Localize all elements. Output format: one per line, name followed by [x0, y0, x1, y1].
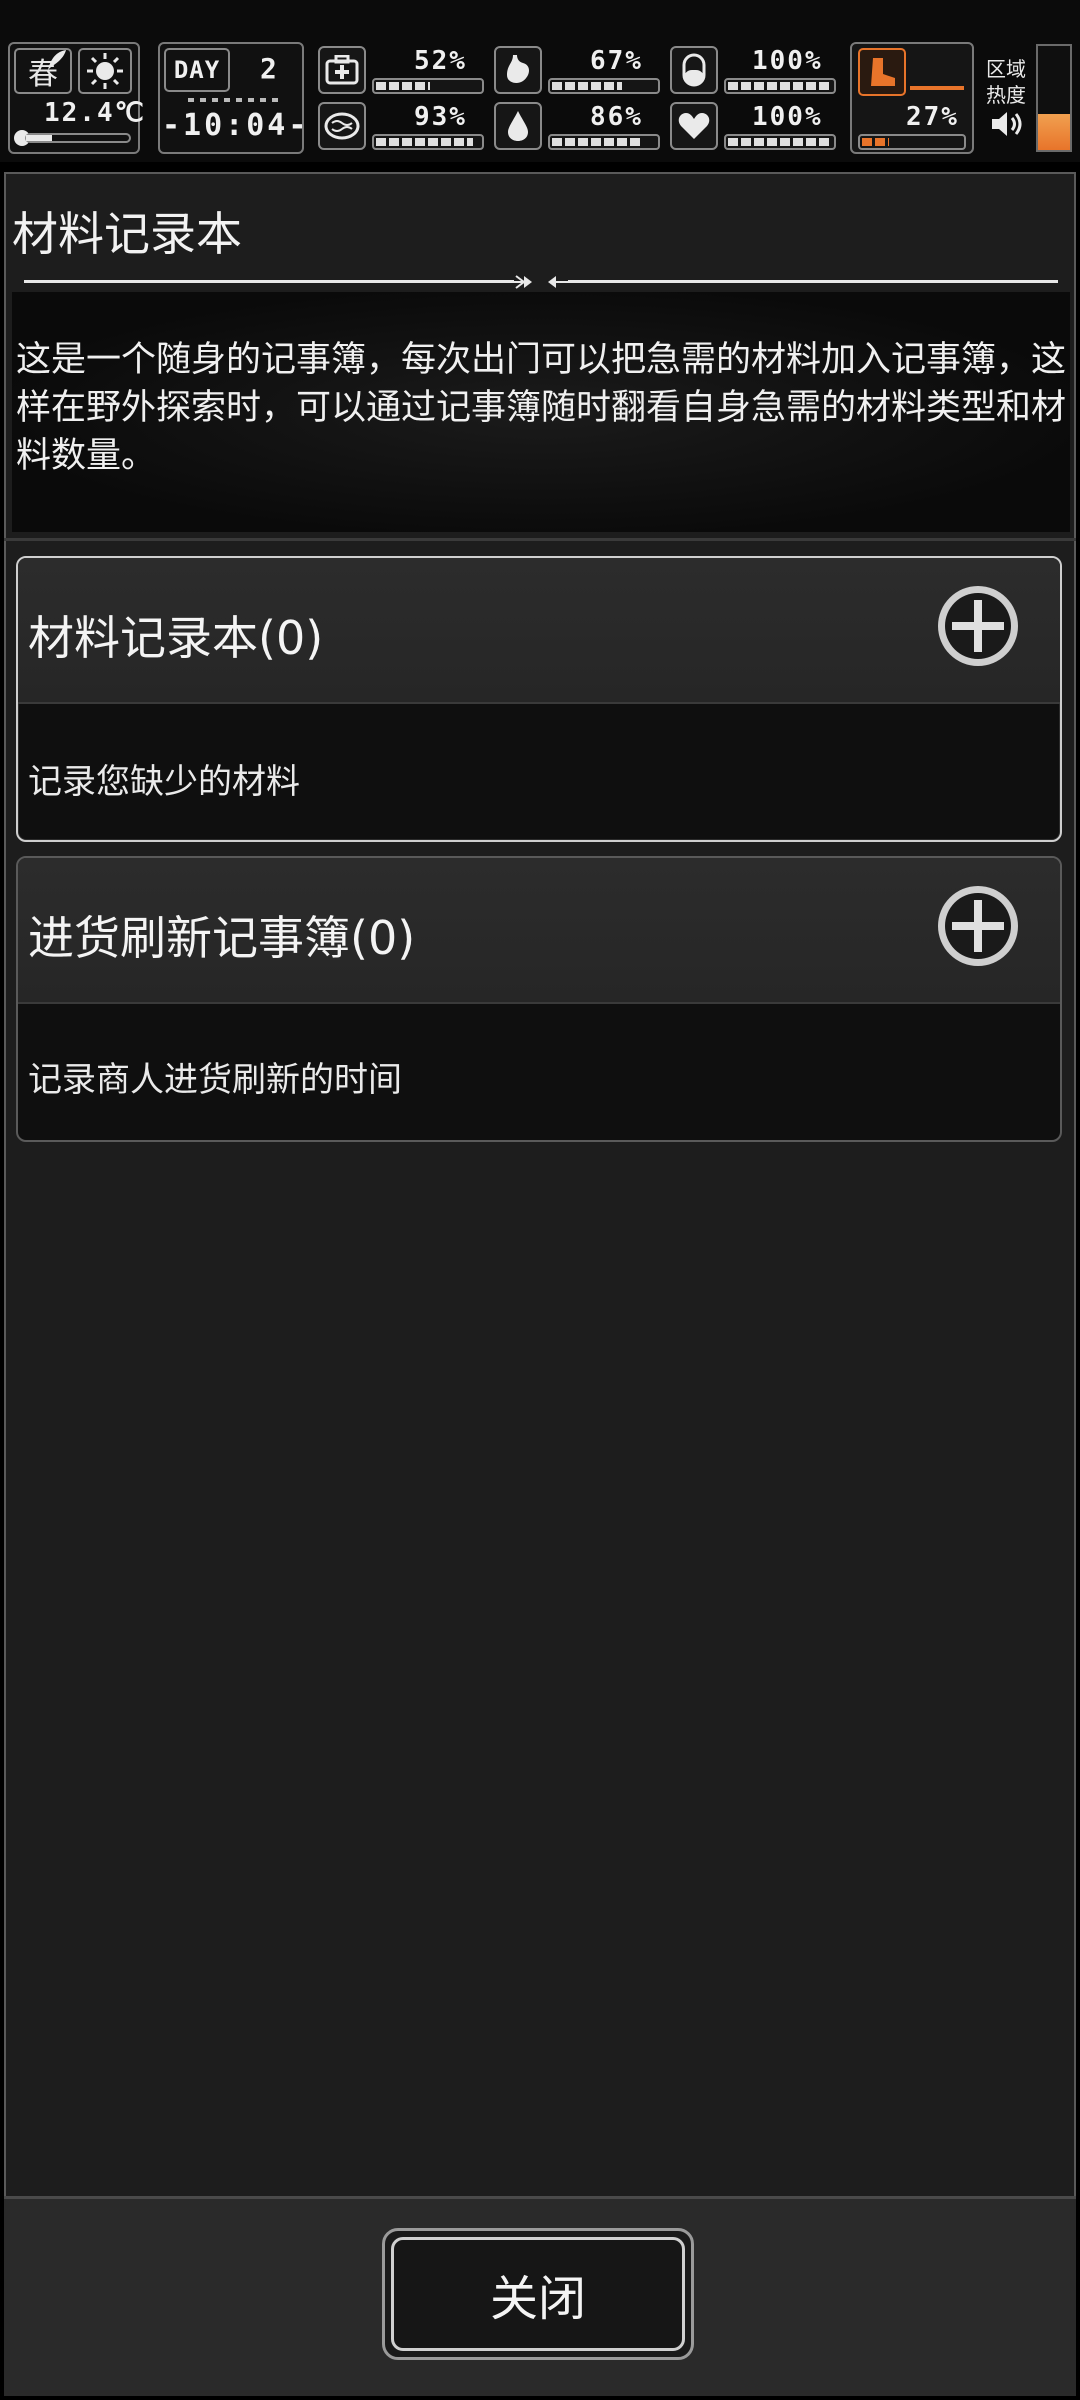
add-material-button[interactable] [934, 582, 1022, 670]
speaker-icon[interactable] [990, 108, 1026, 140]
weather-tile [78, 48, 132, 94]
status-hud: 春 12.4℃ DAY 2 -10:04- 52% 67% 100% 93% 8… [0, 0, 1080, 162]
clock-readout: -10:04- [162, 108, 310, 143]
section-separator [4, 538, 1076, 541]
health-value: 52% [414, 46, 467, 76]
card-title: 进货刷新记事簿(0) [28, 911, 416, 965]
close-button[interactable]: 关闭 [382, 2228, 694, 2360]
day-number: 2 [260, 52, 279, 85]
close-button-label: 关闭 [391, 2237, 685, 2351]
stamina-bar [858, 134, 966, 150]
temperature-readout: 12.4℃ [44, 98, 146, 128]
pill-icon [670, 46, 718, 94]
thermometer-icon [14, 130, 131, 146]
stamina-panel: 27% [850, 42, 974, 154]
zone-heat-label-2: 热度 [986, 83, 1026, 107]
zone-heat-label-1: 区域 [986, 57, 1026, 81]
clock-ticks [188, 98, 284, 102]
day-label: DAY [173, 56, 221, 84]
restock-notebook-card[interactable]: 进货刷新记事簿(0) 记录商人进货刷新的时间 [16, 856, 1062, 1142]
card-subtitle: 记录您缺少的材料 [28, 762, 300, 802]
add-restock-button[interactable] [934, 882, 1022, 970]
page-title: 材料记录本 [12, 207, 242, 261]
heart-bar [724, 134, 836, 150]
mood-bar [372, 134, 484, 150]
thirst-bar [548, 134, 660, 150]
stomach-icon [494, 46, 542, 94]
card-subtitle: 记录商人进货刷新的时间 [28, 1060, 402, 1100]
feather-icon [48, 50, 66, 70]
material-notebook-card[interactable]: 材料记录本(0) 记录您缺少的材料 [16, 556, 1062, 842]
heart-icon [670, 102, 718, 150]
medicine-bar [724, 78, 836, 94]
zone-heat-meter [1036, 44, 1072, 152]
heart-value: 100% [752, 102, 823, 132]
health-bar [372, 78, 484, 94]
stamina-value: 27% [906, 102, 959, 132]
water-drop-icon [494, 102, 542, 150]
hunger-value: 67% [590, 46, 643, 76]
hunger-bar [548, 78, 660, 94]
card-title: 材料记录本(0) [28, 611, 324, 665]
mood-value: 93% [414, 102, 467, 132]
medkit-icon [318, 46, 366, 94]
day-clock-panel: DAY 2 -10:04- [158, 42, 306, 154]
sun-icon [87, 53, 123, 89]
medicine-value: 100% [752, 46, 823, 76]
brain-icon [318, 102, 366, 150]
description-text: 这是一个随身的记事簿，每次出门可以把急需的材料加入记事簿，这样在野外探索时，可以… [16, 340, 1067, 476]
weather-panel[interactable]: 春 12.4℃ [8, 42, 144, 154]
thirst-value: 86% [590, 102, 643, 132]
boot-icon [858, 48, 906, 96]
